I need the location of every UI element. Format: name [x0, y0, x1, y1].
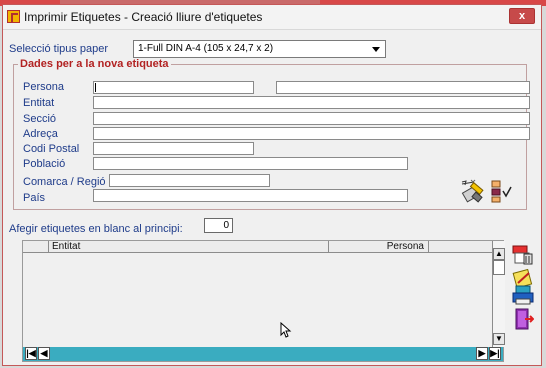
printer-button[interactable]	[512, 284, 534, 306]
adreca-label: Adreça	[23, 128, 58, 140]
scroll-down-button[interactable]: ▼	[493, 333, 505, 345]
prev-record-button[interactable]: ◀	[38, 347, 50, 360]
column-persona-label: Persona	[386, 241, 424, 252]
paper-type-select[interactable]: 1-Full DIN A-4 (105 x 24,7 x 2)	[133, 40, 386, 58]
exit-icon	[515, 308, 535, 330]
delete-rows-button[interactable]	[512, 244, 534, 266]
scroll-up-button[interactable]: ▲	[493, 248, 505, 260]
print-labels-icon	[461, 179, 484, 203]
mouse-cursor-icon	[280, 322, 292, 338]
delete-rows-icon	[512, 245, 533, 265]
column-header-persona[interactable]: Persona	[329, 241, 429, 253]
column-header-entitat[interactable]: Entitat	[49, 241, 329, 253]
seccio-field[interactable]	[93, 112, 530, 125]
exit-button[interactable]	[512, 308, 535, 330]
scroll-thumb[interactable]	[493, 260, 505, 275]
text-caret	[95, 83, 96, 92]
poblacio-label: Població	[23, 158, 66, 170]
blank-labels-label: Afegir etiquetes en blanc al principi:	[9, 223, 183, 235]
adreca-field[interactable]	[93, 127, 530, 140]
persona-surname-field[interactable]	[276, 81, 530, 94]
persona-label: Persona	[23, 81, 64, 93]
comarca-label: Comarca / Regió	[23, 176, 106, 188]
close-button[interactable]: x	[509, 8, 535, 24]
poblacio-field[interactable]	[93, 157, 408, 170]
printer-icon	[512, 285, 534, 305]
column-header-blank	[429, 241, 492, 253]
last-record-button[interactable]: ▶|	[489, 347, 501, 360]
codi-postal-label: Codi Postal	[23, 143, 80, 155]
first-record-button[interactable]: |◀	[25, 347, 37, 360]
paper-type-value: 1-Full DIN A-4 (105 x 24,7 x 2)	[138, 43, 274, 54]
codi-postal-field[interactable]	[93, 142, 254, 155]
app-icon	[7, 10, 20, 23]
chevron-down-icon	[372, 47, 380, 52]
pais-label: País	[23, 192, 46, 204]
blank-labels-value: 0	[223, 220, 229, 231]
pais-field[interactable]	[93, 189, 408, 202]
group-title: Dades per a la nova etiqueta	[18, 58, 171, 70]
row-indicator-header	[23, 241, 49, 253]
entitat-field[interactable]	[93, 96, 530, 109]
record-navigator: |◀ ◀ ▶ ▶|	[23, 347, 503, 361]
seccio-label: Secció	[23, 113, 57, 125]
paper-type-label: Selecció tipus paper	[9, 43, 109, 55]
print-labels-button[interactable]	[459, 178, 489, 204]
title-bar: Imprimir Etiquetes - Creació lliure d'et…	[3, 5, 541, 30]
comarca-field[interactable]	[109, 174, 270, 187]
column-entitat-label: Entitat	[52, 241, 81, 252]
select-list-icon	[491, 180, 512, 203]
blank-labels-input[interactable]: 0	[204, 218, 233, 233]
persona-field[interactable]	[93, 81, 254, 94]
next-record-button[interactable]: ▶	[476, 347, 488, 360]
labels-grid: Entitat Persona ▲ ▼ |◀ ◀ ▶ ▶|	[22, 240, 505, 362]
vertical-scrollbar[interactable]: ▲ ▼	[492, 241, 505, 347]
select-list-button[interactable]	[489, 178, 517, 204]
entitat-label: Entitat	[23, 97, 55, 109]
window-title: Imprimir Etiquetes - Creació lliure d'et…	[24, 10, 263, 24]
